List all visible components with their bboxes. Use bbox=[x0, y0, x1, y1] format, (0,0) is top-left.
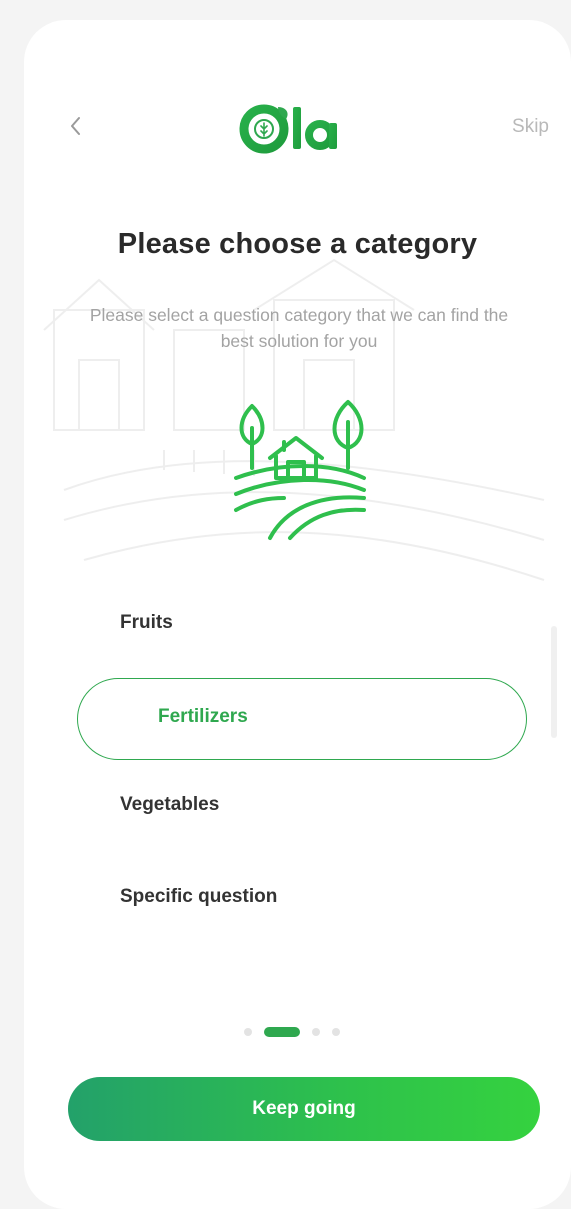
farm-icon bbox=[234, 400, 366, 540]
page-subtitle: Please select a question category that w… bbox=[89, 305, 509, 352]
page-title: Please choose a category bbox=[117, 228, 478, 260]
skip-button[interactable]: Skip bbox=[512, 116, 549, 138]
pagination-dot bbox=[312, 1028, 320, 1036]
category-item-fruits[interactable]: Fruits bbox=[120, 612, 173, 634]
list-scrollbar[interactable] bbox=[551, 626, 557, 738]
onboarding-card: Skip Please choose a category Please sel… bbox=[24, 20, 571, 1209]
pagination-dots bbox=[244, 1026, 340, 1038]
logo bbox=[238, 95, 358, 159]
back-button[interactable] bbox=[64, 112, 88, 140]
keep-going-button[interactable]: Keep going bbox=[68, 1077, 540, 1141]
ola-logo bbox=[239, 104, 337, 154]
category-item-fertilizers-selected[interactable]: Fertilizers bbox=[77, 678, 527, 760]
category-item-label: Fertilizers bbox=[158, 706, 248, 727]
pagination-dot bbox=[244, 1028, 252, 1036]
pagination-dot-active bbox=[264, 1027, 300, 1037]
chevron-left-icon bbox=[71, 117, 80, 135]
category-item-vegetables[interactable]: Vegetables bbox=[120, 794, 219, 816]
pagination-dot bbox=[332, 1028, 340, 1036]
category-item-specific-question[interactable]: Specific question bbox=[120, 886, 277, 908]
